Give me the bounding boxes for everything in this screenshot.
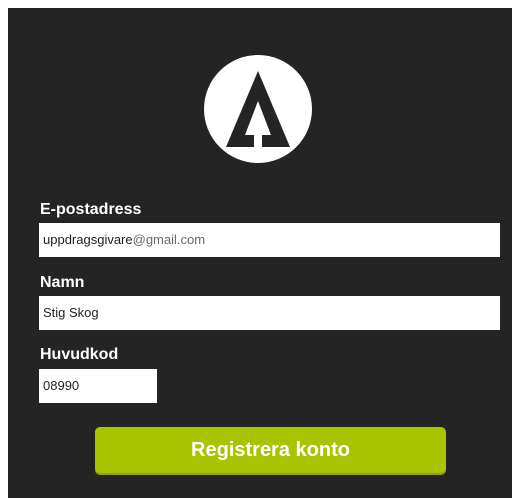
email-value-domain: @gmail.com: [132, 232, 206, 247]
email-value-user: uppdragsgivare: [43, 232, 133, 247]
code-field[interactable]: 08990: [39, 369, 157, 403]
a-frame-arrow-logo-icon: [226, 71, 290, 149]
name-field[interactable]: Stig Skog: [39, 296, 500, 330]
logo: [204, 55, 312, 163]
email-label: E-postadress: [40, 201, 142, 218]
registration-panel: E-postadress uppdragsgivare@gmail.com Na…: [8, 8, 512, 498]
register-button[interactable]: Registrera konto: [95, 427, 446, 473]
email-field[interactable]: uppdragsgivare@gmail.com: [39, 223, 500, 257]
code-label: Huvudkod: [40, 346, 119, 363]
name-label: Namn: [40, 274, 85, 291]
